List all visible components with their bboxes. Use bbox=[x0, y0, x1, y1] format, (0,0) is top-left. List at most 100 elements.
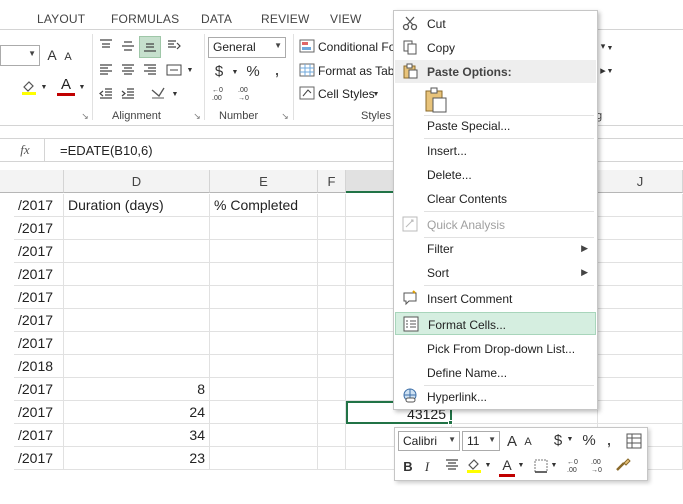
column-header-d[interactable]: D bbox=[64, 170, 210, 193]
mini-font-color-icon[interactable]: A bbox=[499, 457, 515, 477]
increase-indent-icon[interactable] bbox=[119, 87, 137, 101]
mini-italic-button[interactable]: I bbox=[421, 459, 433, 475]
alignment-dialog-launcher-icon[interactable]: ↘ bbox=[192, 111, 202, 121]
cell[interactable]: 24 bbox=[64, 401, 210, 424]
cell[interactable] bbox=[64, 286, 210, 309]
cell[interactable]: /2017 bbox=[14, 309, 64, 332]
cell[interactable] bbox=[318, 240, 346, 263]
cell[interactable] bbox=[318, 401, 346, 424]
cell[interactable] bbox=[318, 447, 346, 470]
percent-button[interactable]: % bbox=[245, 62, 261, 80]
cell[interactable] bbox=[64, 332, 210, 355]
menu-item-insert[interactable]: Insert... bbox=[395, 139, 596, 162]
cell[interactable] bbox=[598, 401, 683, 424]
menu-item-sort[interactable]: Sort ▶ bbox=[395, 261, 596, 284]
cell[interactable] bbox=[318, 424, 346, 447]
cell[interactable] bbox=[598, 355, 683, 378]
cell[interactable] bbox=[210, 447, 318, 470]
menu-item-delete[interactable]: Delete... bbox=[395, 163, 596, 186]
cell[interactable] bbox=[64, 217, 210, 240]
number-dialog-launcher-icon[interactable]: ↘ bbox=[280, 111, 290, 121]
menu-item-insert-comment[interactable]: Insert Comment bbox=[395, 287, 596, 310]
orientation-icon[interactable] bbox=[164, 38, 184, 54]
decrease-indent-icon[interactable] bbox=[97, 87, 115, 101]
increase-font-icon[interactable]: A bbox=[45, 46, 59, 64]
column-header-c[interactable] bbox=[0, 170, 64, 193]
format-as-table-icon[interactable] bbox=[298, 62, 316, 78]
paste-clipboard-icon[interactable] bbox=[424, 87, 448, 113]
tab-formulas[interactable]: FORMULAS bbox=[111, 12, 179, 26]
menu-item-clear-contents[interactable]: Clear Contents bbox=[395, 187, 596, 210]
cell[interactable] bbox=[598, 217, 683, 240]
fill-handle[interactable] bbox=[448, 420, 453, 425]
cell[interactable] bbox=[64, 355, 210, 378]
insert-function-icon[interactable]: fx bbox=[10, 142, 40, 158]
cell[interactable] bbox=[318, 355, 346, 378]
menu-item-format-cells[interactable]: Format Cells... bbox=[395, 312, 596, 335]
mini-decrease-decimal-icon[interactable]: .00 →0 bbox=[589, 457, 609, 475]
cell[interactable] bbox=[64, 309, 210, 332]
mini-bold-button[interactable]: B bbox=[401, 459, 415, 474]
mini-format-painter-icon[interactable] bbox=[625, 433, 643, 449]
formula-input[interactable]: =EDATE(B10,6) bbox=[60, 143, 153, 158]
wrap-text-icon[interactable] bbox=[148, 85, 170, 103]
mini-size-combo[interactable]: 11 ▼ bbox=[462, 431, 500, 451]
cell[interactable] bbox=[210, 217, 318, 240]
cell[interactable] bbox=[318, 286, 346, 309]
orientation-dropdown-icon[interactable]: ▼ bbox=[171, 89, 179, 99]
cell[interactable] bbox=[318, 194, 346, 217]
decrease-decimal-icon[interactable]: .00 →0 bbox=[236, 84, 256, 102]
mini-percent-button[interactable]: % bbox=[581, 432, 597, 449]
cell-styles-button[interactable]: Cell Styles bbox=[318, 87, 375, 101]
cell[interactable]: /2017 bbox=[14, 286, 64, 309]
column-header-j[interactable]: J bbox=[598, 170, 683, 193]
cell-styles-icon[interactable] bbox=[298, 85, 316, 101]
mini-increase-font-icon[interactable]: A bbox=[505, 433, 519, 450]
cell[interactable] bbox=[598, 286, 683, 309]
cell[interactable] bbox=[64, 240, 210, 263]
cell[interactable] bbox=[598, 240, 683, 263]
cell[interactable]: /2017 bbox=[14, 194, 64, 217]
fill-color-dropdown-icon[interactable]: ▼ bbox=[40, 82, 48, 92]
cell[interactable]: Duration (days) bbox=[64, 194, 210, 217]
menu-item-filter[interactable]: Filter ▶ bbox=[395, 237, 596, 260]
menu-item-cut[interactable]: Cut bbox=[395, 12, 596, 35]
font-color-dropdown-icon[interactable]: ▼ bbox=[78, 82, 86, 92]
comma-button[interactable]: , bbox=[270, 59, 284, 79]
top-align-icon[interactable] bbox=[97, 38, 115, 52]
cell[interactable] bbox=[210, 263, 318, 286]
cell[interactable] bbox=[318, 263, 346, 286]
mini-borders-dropdown-icon[interactable]: ▼ bbox=[550, 462, 558, 469]
cell[interactable]: % Completed bbox=[210, 194, 318, 217]
format-as-table-button[interactable]: Format as Tab bbox=[318, 64, 394, 78]
cell[interactable]: /2017 bbox=[14, 447, 64, 470]
sort-filter-dropdown-icon[interactable]: ▼ bbox=[606, 43, 614, 53]
align-left-icon[interactable] bbox=[97, 63, 115, 77]
align-right-icon[interactable] bbox=[141, 63, 159, 77]
cell[interactable] bbox=[210, 286, 318, 309]
cell[interactable] bbox=[210, 240, 318, 263]
column-header-f[interactable]: F bbox=[318, 170, 346, 193]
tab-data[interactable]: DATA bbox=[201, 12, 232, 26]
middle-align-icon[interactable] bbox=[119, 38, 137, 54]
mini-paintbrush-icon[interactable] bbox=[613, 457, 633, 475]
menu-item-define-name[interactable]: Define Name... bbox=[395, 361, 596, 384]
merge-dropdown-icon[interactable]: ▼ bbox=[186, 65, 194, 75]
menu-item-copy[interactable]: Copy bbox=[395, 36, 596, 59]
merge-center-icon[interactable] bbox=[164, 63, 184, 77]
cell[interactable] bbox=[210, 309, 318, 332]
tab-view[interactable]: VIEW bbox=[330, 12, 361, 26]
find-select-dropdown-icon[interactable]: ▼ bbox=[606, 66, 614, 76]
mini-font-combo[interactable]: Calibri ▼ bbox=[398, 431, 460, 451]
cell[interactable]: /2017 bbox=[14, 378, 64, 401]
cell[interactable] bbox=[64, 263, 210, 286]
tab-review[interactable]: REVIEW bbox=[261, 12, 310, 26]
cell[interactable] bbox=[318, 309, 346, 332]
cell[interactable]: /2017 bbox=[14, 401, 64, 424]
cell[interactable] bbox=[210, 378, 318, 401]
cell[interactable] bbox=[598, 309, 683, 332]
font-size-combo[interactable]: ▼ bbox=[0, 45, 40, 66]
cell[interactable]: /2017 bbox=[14, 240, 64, 263]
mini-increase-decimal-icon[interactable]: ←0.00 bbox=[565, 457, 585, 475]
mini-decrease-font-icon[interactable]: A bbox=[522, 436, 534, 448]
